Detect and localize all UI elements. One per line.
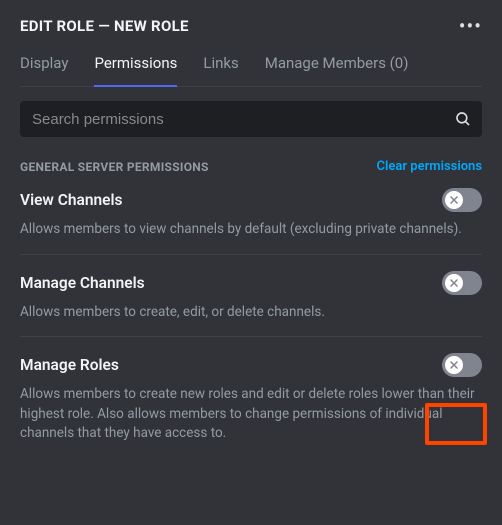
more-icon[interactable]: ••• [459,16,482,36]
permission-desc: Allows members to create new roles and e… [20,385,482,444]
permission-view-channels: View Channels Allows members to view cha… [20,188,482,255]
permission-title: View Channels [20,191,123,209]
x-icon [448,359,460,371]
toggle-manage-roles[interactable] [442,353,482,377]
tab-display[interactable]: Display [20,54,68,86]
x-icon [448,277,460,289]
tab-links[interactable]: Links [203,54,238,86]
permission-desc: Allows members to create, edit, or delet… [20,303,482,323]
search-input[interactable] [20,101,482,137]
search-icon [454,110,472,128]
permission-manage-channels: Manage Channels Allows members to create… [20,265,482,338]
tab-manage-members[interactable]: Manage Members (0) [265,54,409,86]
tabs: Display Permissions Links Manage Members… [20,54,482,87]
section-label: GENERAL SERVER PERMISSIONS [20,160,209,174]
permission-desc: Allows members to view channels by defau… [20,220,482,240]
permission-title: Manage Channels [20,274,145,292]
tab-permissions[interactable]: Permissions [94,54,177,86]
toggle-view-channels[interactable] [442,188,482,212]
x-icon [448,194,460,206]
toggle-manage-channels[interactable] [442,271,482,295]
permission-title: Manage Roles [20,356,119,374]
permission-manage-roles: Manage Roles Allows members to create ne… [20,347,482,458]
clear-permissions-link[interactable]: Clear permissions [377,159,482,174]
page-title: EDIT ROLE — NEW ROLE [20,17,189,35]
